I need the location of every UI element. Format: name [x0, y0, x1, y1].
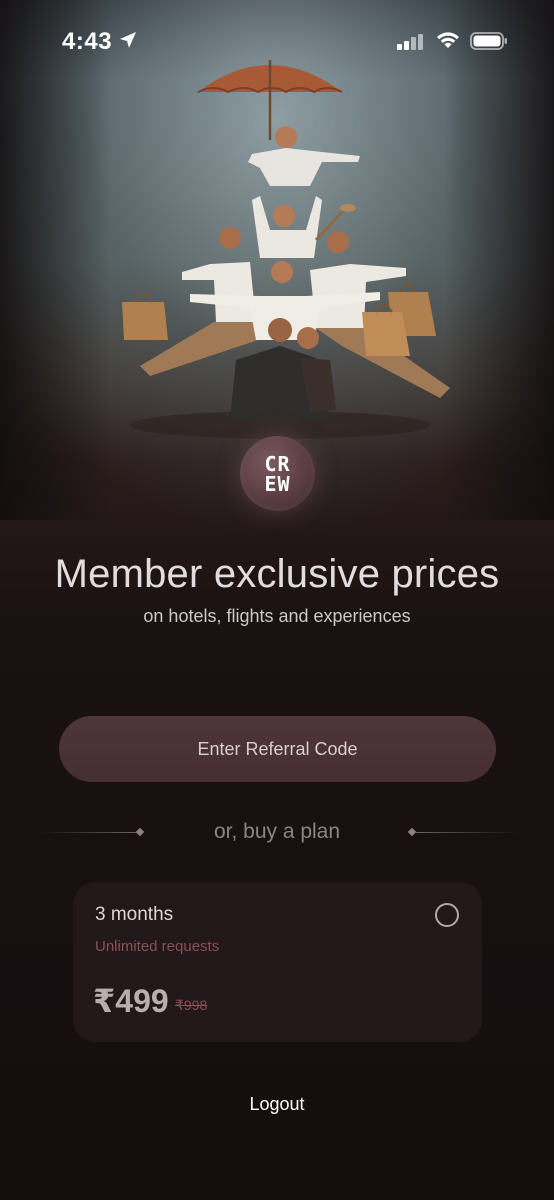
- crew-logo: CR EW: [240, 436, 315, 511]
- plan-description: Unlimited requests: [95, 938, 220, 955]
- logo-text-line1: CR: [264, 451, 291, 476]
- logo-text-line2: EW: [264, 471, 291, 496]
- plan-name: 3 months: [95, 904, 174, 925]
- app-screen: 4:43 CR EW Member exclusive prices on ho…: [0, 0, 554, 1200]
- status-time: 4:43: [62, 28, 113, 55]
- crew-travellers-illustration: [122, 60, 450, 439]
- enter-referral-code-button[interactable]: Enter Referral Code: [59, 716, 496, 782]
- plan-original-price: ₹998: [175, 997, 208, 1013]
- page-subtitle: on hotels, flights and experiences: [143, 606, 411, 626]
- logout-button[interactable]: Logout: [0, 1094, 554, 1115]
- plan-card-3-months[interactable]: 3 months Unlimited requests ₹499 ₹998: [73, 882, 482, 1042]
- battery-icon: [470, 32, 507, 50]
- divider-line-right: [414, 832, 518, 833]
- plan-divider: or, buy a plan: [0, 818, 554, 848]
- plan-select-radio[interactable]: [435, 903, 459, 927]
- plan-price: ₹499: [93, 983, 169, 1019]
- page-title: Member exclusive prices: [54, 552, 500, 596]
